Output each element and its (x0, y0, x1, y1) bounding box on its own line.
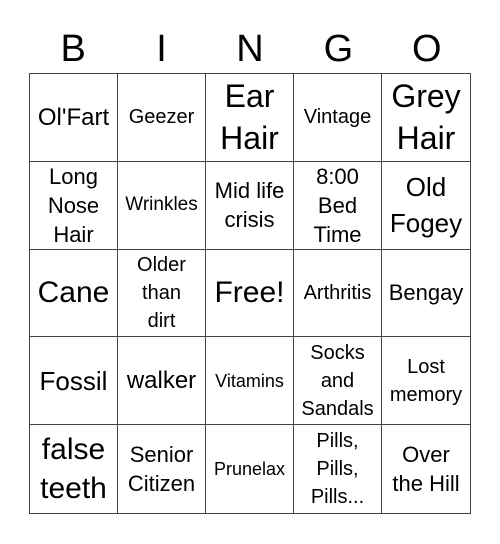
header-letter-b: B (60, 28, 86, 70)
bingo-cell[interactable]: walker (118, 337, 206, 426)
cell-text: Older than dirt (137, 253, 186, 332)
bingo-cell[interactable]: Pills, Pills, Pills... (294, 425, 382, 513)
cell-text: Long Nose Hair (47, 163, 100, 247)
bingo-cell[interactable]: Mid life crisis (206, 161, 294, 250)
cell-text: Lost memory (389, 355, 463, 406)
header-letter-g: G (323, 28, 354, 70)
cell-text: Vintage (303, 106, 372, 129)
bingo-cell[interactable]: Geezer (118, 74, 206, 162)
bingo-cell[interactable]: Ear Hair (206, 74, 294, 162)
cell-text: Prunelax (213, 459, 286, 480)
cell-text: Grey Hair (391, 78, 461, 157)
bingo-cell[interactable]: Old Fogey (382, 162, 470, 250)
cell-text: Geezer (128, 106, 195, 129)
cell-text: Vitamins (215, 370, 284, 391)
bingo-cell[interactable]: Socks and Sandals (294, 337, 382, 426)
bingo-cell[interactable]: Wrinkles (118, 161, 206, 250)
cell-text: Free! (214, 276, 285, 310)
bingo-cell[interactable]: Vitamins (206, 337, 294, 426)
header-letter-n: N (236, 28, 264, 70)
cell-text: Fossil (39, 365, 108, 396)
cell-text: Cane (37, 276, 110, 310)
bingo-cell-free[interactable]: Free! (206, 249, 294, 338)
bingo-cell[interactable]: Older than dirt (118, 249, 206, 338)
bingo-cell[interactable]: Vintage (294, 74, 382, 162)
bingo-cell[interactable]: Bengay (382, 250, 470, 338)
cell-text: Arthritis (303, 281, 372, 304)
bingo-grid: Ol'Fart Geezer Ear Hair Vintage Grey Hai… (29, 73, 471, 514)
bingo-header: B I N G O (29, 26, 471, 72)
cell-text: false teeth (40, 433, 107, 506)
bingo-cell[interactable]: Ol'Fart (30, 74, 118, 162)
bingo-cell[interactable]: Prunelax (206, 425, 294, 513)
header-letter-i: I (156, 28, 167, 70)
cell-text: Mid life crisis (214, 178, 285, 233)
bingo-cell[interactable]: Grey Hair (382, 74, 470, 162)
bingo-cell[interactable]: 8:00 Bed Time (294, 161, 382, 250)
bingo-cell[interactable]: Long Nose Hair (30, 161, 118, 250)
cell-text: Senior Citizen (127, 442, 196, 497)
bingo-cell[interactable]: Senior Citizen (118, 425, 206, 513)
bingo-cell[interactable]: Cane (30, 249, 118, 338)
cell-text: Ol'Fart (37, 103, 110, 131)
cell-text: Socks and Sandals (301, 341, 374, 420)
cell-text: Ear Hair (220, 78, 279, 157)
cell-text: Bengay (388, 280, 464, 306)
cell-text: Wrinkles (125, 194, 198, 216)
bingo-cell[interactable]: Lost memory (382, 337, 470, 426)
bingo-cell[interactable]: Over the Hill (382, 425, 470, 513)
cell-text: Pills, Pills, Pills... (310, 430, 365, 509)
bingo-cell[interactable]: Fossil (30, 337, 118, 426)
header-letter-o: O (411, 28, 442, 70)
bingo-cell[interactable]: false teeth (30, 425, 118, 513)
cell-text: walker (126, 367, 197, 395)
cell-text: Old Fogey (389, 172, 463, 239)
cell-text: Over the Hill (392, 442, 460, 497)
bingo-cell[interactable]: Arthritis (294, 249, 382, 338)
cell-text: 8:00 Bed Time (313, 163, 362, 247)
